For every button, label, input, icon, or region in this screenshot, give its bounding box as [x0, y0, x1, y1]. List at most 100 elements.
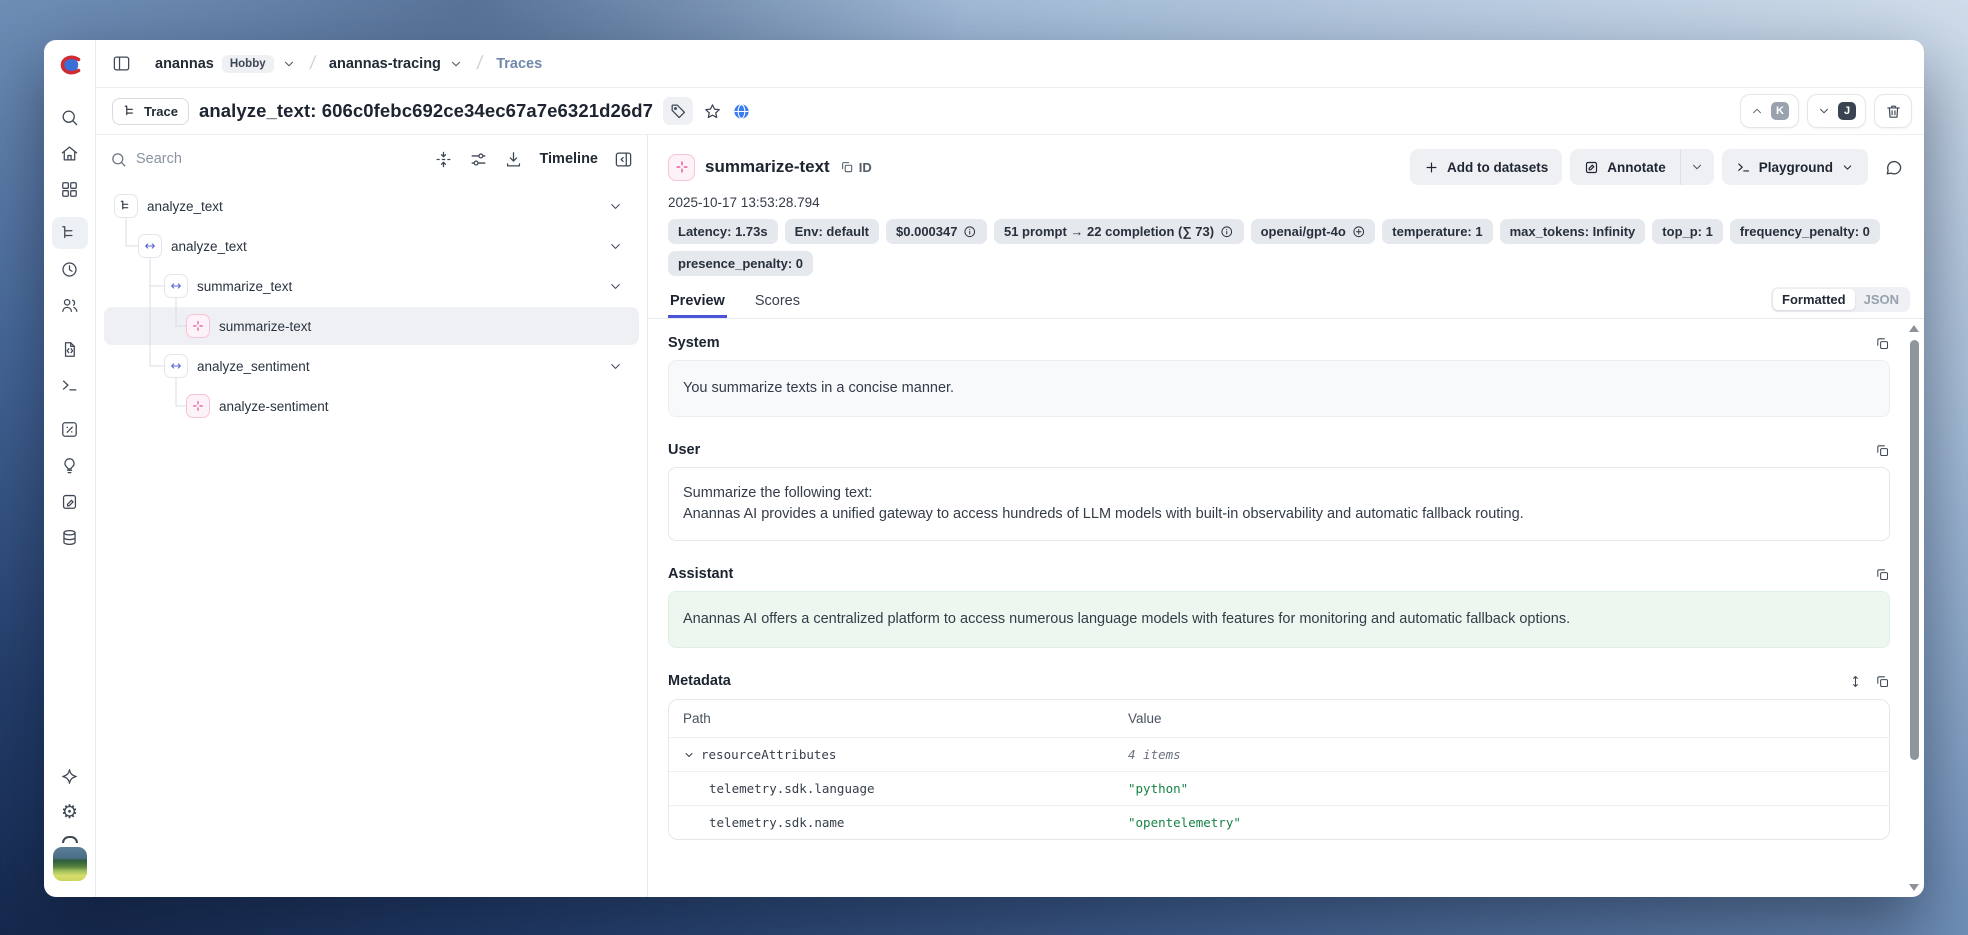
sidebar-item-evaluation[interactable] — [52, 413, 88, 445]
tab-preview[interactable]: Preview — [668, 285, 727, 318]
info-icon — [963, 225, 977, 239]
collapse-panel-button[interactable] — [614, 150, 633, 169]
sidebar-item-users[interactable] — [52, 289, 88, 321]
bookmark-star-button[interactable] — [703, 102, 722, 121]
collapse-all-button[interactable] — [434, 150, 453, 169]
expand-vertical-icon[interactable] — [1848, 674, 1863, 689]
section-label: Assistant — [668, 566, 733, 582]
sidebar-item-home[interactable] — [52, 137, 88, 169]
metadata-table: Path Value resourceAttributes 4 items te… — [668, 699, 1890, 840]
tree-node-span[interactable]: summarize_text — [104, 267, 639, 305]
org-plan-badge: Hobby — [222, 55, 274, 73]
system-message-section: System You summarize texts in a concise … — [668, 335, 1890, 417]
scrollbar-thumb[interactable] — [1910, 340, 1919, 760]
trace-header: Trace analyze_text: 606c0febc692ce34ec67… — [96, 88, 1924, 135]
chevron-down-icon[interactable] — [608, 279, 623, 294]
view-formatted[interactable]: Formatted — [1773, 289, 1855, 310]
chevron-down-icon[interactable] — [449, 57, 463, 71]
search-icon — [110, 151, 127, 168]
next-trace-button[interactable]: J — [1807, 94, 1866, 128]
section-label: User — [668, 442, 700, 458]
copy-id-button[interactable]: ID — [840, 160, 872, 175]
comments-button[interactable] — [1876, 149, 1910, 185]
observation-detail-panel: summarize-text ID Add to datasets Annota… — [648, 135, 1924, 897]
tree-node-span[interactable]: analyze_sentiment — [104, 347, 639, 385]
info-icon — [1220, 225, 1234, 239]
plus-icon — [1424, 160, 1439, 175]
breadcrumb-section[interactable]: Traces — [496, 56, 542, 72]
chevron-down-icon — [1841, 161, 1854, 174]
trace-title: analyze_text: 606c0febc692ce34ec67a7e632… — [199, 100, 653, 122]
sidebar-item-prompts[interactable] — [52, 333, 88, 365]
sidebar-item-upgrade[interactable] — [52, 760, 88, 792]
sidebar-item-search[interactable] — [52, 101, 88, 133]
sidebar-item-datasets[interactable] — [52, 521, 88, 553]
sidebar-item-annotation[interactable] — [52, 485, 88, 517]
breadcrumb-project[interactable]: anannas-tracing — [329, 56, 441, 72]
cost-badge[interactable]: $0.000347 — [886, 219, 987, 244]
top-bar: anannas Hobby / anannas-tracing / Traces — [96, 40, 1924, 88]
sidebar-item-tracing[interactable] — [52, 217, 88, 249]
tree-node-trace[interactable]: analyze_text — [104, 187, 639, 225]
tree-toolbar: Timeline — [96, 135, 647, 183]
chevron-down-icon[interactable] — [683, 749, 695, 761]
tags-button[interactable] — [663, 97, 693, 125]
chevron-down-icon[interactable] — [608, 239, 623, 254]
token-usage-badge[interactable]: 51 prompt → 22 completion (∑ 73) — [994, 219, 1244, 244]
presence-penalty-badge: presence_penalty: 0 — [668, 251, 813, 276]
section-label: System — [668, 335, 720, 351]
breadcrumb-org[interactable]: anannas — [155, 56, 214, 72]
generation-icon — [186, 394, 210, 418]
observation-timestamp: 2025-10-17 13:53:28.794 — [648, 185, 1924, 210]
plus-circle-icon — [1352, 225, 1366, 239]
content-area: Timeline analyze_text — [96, 135, 1924, 897]
chevron-down-icon[interactable] — [608, 199, 623, 214]
add-to-datasets-button[interactable]: Add to datasets — [1410, 149, 1562, 185]
scrollbar-track[interactable] — [1907, 332, 1921, 884]
sidebar-item-playground[interactable] — [52, 369, 88, 401]
latency-badge: Latency: 1.73s — [668, 219, 778, 244]
scroll-down-arrow[interactable] — [1909, 884, 1919, 891]
observation-tree: analyze_text analyze_text summarize_text… — [96, 183, 647, 431]
preview-scroll-area: System You summarize texts in a concise … — [648, 319, 1924, 897]
filter-settings-button[interactable] — [469, 150, 488, 169]
tree-node-generation[interactable]: analyze-sentiment — [104, 387, 639, 425]
sidebar-item-settings[interactable]: ⚙ — [52, 796, 88, 828]
detail-header: summarize-text ID Add to datasets Annota… — [648, 135, 1924, 185]
copy-icon[interactable] — [1875, 443, 1890, 458]
sidebar-toggle-button[interactable] — [112, 54, 131, 73]
chevron-down-icon — [1817, 104, 1831, 118]
tab-scores[interactable]: Scores — [753, 285, 802, 318]
model-badge[interactable]: openai/gpt-4o — [1251, 219, 1376, 244]
globe-icon — [732, 102, 751, 121]
sidebar-item-dashboards[interactable] — [52, 173, 88, 205]
chat-bubble-icon — [1884, 158, 1903, 177]
timeline-toggle[interactable]: Timeline — [539, 151, 598, 167]
metadata-row[interactable]: resourceAttributes 4 items — [669, 737, 1889, 771]
delete-trace-button[interactable] — [1874, 94, 1912, 128]
copy-icon[interactable] — [1875, 674, 1890, 689]
annotate-button[interactable]: Annotate — [1570, 149, 1680, 185]
view-json[interactable]: JSON — [1855, 289, 1908, 310]
app-logo — [58, 53, 82, 77]
copy-icon[interactable] — [1875, 336, 1890, 351]
sidebar-item-sessions[interactable] — [52, 253, 88, 285]
download-button[interactable] — [504, 150, 523, 169]
chevron-down-icon[interactable] — [608, 359, 623, 374]
temperature-badge: temperature: 1 — [1382, 219, 1492, 244]
public-share-button[interactable] — [732, 102, 751, 121]
sidebar-item-insights[interactable] — [52, 449, 88, 481]
scroll-up-arrow[interactable] — [1909, 325, 1919, 332]
playground-button[interactable]: Playground — [1722, 149, 1868, 185]
search-input[interactable] — [136, 151, 256, 167]
chevron-down-icon — [1690, 160, 1704, 174]
profile-avatar[interactable] — [53, 847, 87, 881]
annotate-dropdown-button[interactable] — [1680, 149, 1714, 185]
generation-icon — [186, 314, 210, 338]
tree-node-span[interactable]: analyze_text — [104, 227, 639, 265]
copy-icon[interactable] — [1875, 567, 1890, 582]
chevron-down-icon[interactable] — [282, 57, 296, 71]
prev-trace-button[interactable]: K — [1740, 94, 1799, 128]
terminal-icon — [1736, 160, 1751, 175]
tree-node-generation-selected[interactable]: summarize-text — [104, 307, 639, 345]
